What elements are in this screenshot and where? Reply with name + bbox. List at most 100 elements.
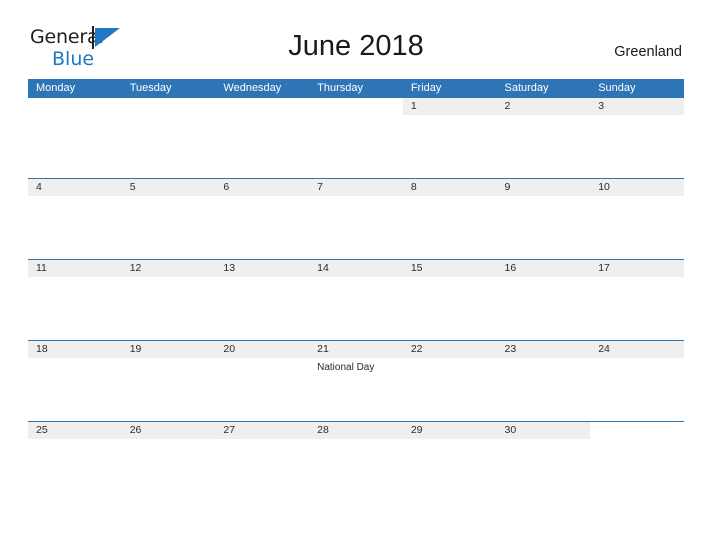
calendar-day-cell[interactable] <box>215 98 310 179</box>
day-number: 4 <box>28 179 122 196</box>
day-cell-content: 19 <box>121 341 216 421</box>
day-cell-content: 9 <box>496 179 591 259</box>
calendar-day-cell[interactable] <box>28 98 122 179</box>
calendar-day-cell[interactable]: 5 <box>121 178 216 260</box>
calendar-day-cell[interactable]: 27 <box>215 421 310 502</box>
day-number-empty <box>122 98 216 115</box>
day-cell-content: 21 National Day <box>309 341 403 421</box>
calendar-day-cell[interactable]: 2 <box>496 98 591 179</box>
day-number: 6 <box>215 179 310 196</box>
day-cell-content <box>215 98 309 178</box>
day-number: 1 <box>402 98 497 115</box>
calendar-day-cell[interactable]: 15 <box>402 259 497 341</box>
day-cell-content <box>590 422 684 502</box>
day-cell-content <box>309 98 403 178</box>
day-number: 12 <box>121 260 216 277</box>
day-cell-content: 14 <box>309 260 403 340</box>
calendar-day-cell[interactable]: 20 <box>215 340 310 422</box>
calendar-day-cell[interactable]: 1 <box>402 98 497 179</box>
calendar-day-cell[interactable]: 7 <box>309 178 403 260</box>
calendar-week-row: 25 26 27 28 29 30 <box>28 421 684 502</box>
day-cell-content: 4 <box>28 179 122 259</box>
day-cell-content: 30 <box>496 422 591 502</box>
day-number: 5 <box>121 179 216 196</box>
day-cell-content: 20 <box>215 341 310 421</box>
calendar-day-cell[interactable]: 17 <box>590 259 684 341</box>
calendar-day-cell[interactable]: 6 <box>215 178 310 260</box>
calendar-page: General Blue June 2018 Greenland Monday … <box>0 0 712 550</box>
calendar-day-cell[interactable]: 18 <box>28 340 122 422</box>
day-cell-content: 11 <box>28 260 122 340</box>
calendar-day-cell[interactable]: 16 <box>496 259 591 341</box>
day-number: 3 <box>590 98 684 115</box>
calendar-day-cell[interactable] <box>590 421 684 502</box>
day-cell-content: 7 <box>309 179 403 259</box>
day-number: 10 <box>590 179 684 196</box>
calendar-day-cell[interactable]: 19 <box>121 340 216 422</box>
day-cell-content: 24 <box>590 341 684 421</box>
weekday-header-sunday: Sunday <box>590 79 684 98</box>
day-number: 22 <box>402 341 497 358</box>
day-number-empty <box>309 98 403 115</box>
day-number: 15 <box>402 260 497 277</box>
day-number: 19 <box>121 341 216 358</box>
day-cell-content: 3 <box>590 98 684 178</box>
day-number: 23 <box>496 341 591 358</box>
calendar-day-cell[interactable]: 8 <box>402 178 497 260</box>
calendar-day-cell[interactable]: 3 <box>590 98 684 179</box>
day-cell-content: 28 <box>309 422 403 502</box>
calendar-header-row: Monday Tuesday Wednesday Thursday Friday… <box>28 79 684 98</box>
weekday-header-wednesday: Wednesday <box>215 79 310 98</box>
day-number: 18 <box>28 341 122 358</box>
calendar-day-cell[interactable]: 28 <box>309 421 403 502</box>
day-number: 21 <box>309 341 403 358</box>
day-cell-content: 5 <box>121 179 216 259</box>
day-cell-content <box>122 98 216 178</box>
day-cell-content: 12 <box>121 260 216 340</box>
day-cell-content: 17 <box>590 260 684 340</box>
day-number: 20 <box>215 341 310 358</box>
calendar-day-cell[interactable]: 14 <box>309 259 403 341</box>
day-number: 11 <box>28 260 122 277</box>
calendar-day-cell[interactable]: 9 <box>496 178 591 260</box>
day-number: 2 <box>496 98 591 115</box>
event-label: National Day <box>317 362 375 373</box>
day-number: 28 <box>309 422 403 439</box>
weekday-header-tuesday: Tuesday <box>121 79 216 98</box>
day-cell-content: 22 <box>402 341 497 421</box>
calendar-day-cell[interactable]: 30 <box>496 421 591 502</box>
calendar-day-cell[interactable]: 21 National Day <box>309 340 403 422</box>
day-cell-content: 8 <box>402 179 497 259</box>
weekday-header-thursday: Thursday <box>309 79 403 98</box>
calendar-day-cell[interactable]: 24 <box>590 340 684 422</box>
day-number: 26 <box>121 422 216 439</box>
day-cell-content <box>28 98 122 178</box>
day-number-empty <box>215 98 309 115</box>
day-cell-content: 10 <box>590 179 684 259</box>
day-number: 8 <box>402 179 497 196</box>
calendar-body: 1 2 3 4 5 6 7 8 9 10 11 12 13 14 15 16 17 18 19 20 21 Nationa… <box>28 98 684 502</box>
calendar-day-cell[interactable] <box>121 98 216 179</box>
calendar-day-cell[interactable]: 4 <box>28 178 122 260</box>
calendar-table: Monday Tuesday Wednesday Thursday Friday… <box>28 79 684 502</box>
calendar-day-cell[interactable]: 12 <box>121 259 216 341</box>
calendar-day-cell[interactable]: 11 <box>28 259 122 341</box>
day-number: 25 <box>28 422 122 439</box>
day-cell-content: 16 <box>496 260 591 340</box>
day-cell-content: 23 <box>496 341 591 421</box>
day-cell-content: 1 <box>402 98 497 178</box>
calendar-day-cell[interactable]: 22 <box>402 340 497 422</box>
calendar-week-row: 123 <box>28 98 684 179</box>
weekday-header-saturday: Saturday <box>496 79 591 98</box>
day-number-empty <box>28 98 122 115</box>
calendar-day-cell[interactable]: 29 <box>402 421 497 502</box>
calendar-day-cell[interactable]: 25 <box>28 421 122 502</box>
day-number: 7 <box>309 179 403 196</box>
calendar-day-cell[interactable]: 26 <box>121 421 216 502</box>
calendar-day-cell[interactable] <box>309 98 403 179</box>
day-cell-content: 29 <box>402 422 497 502</box>
day-cell-content: 15 <box>402 260 497 340</box>
calendar-day-cell[interactable]: 10 <box>590 178 684 260</box>
calendar-day-cell[interactable]: 23 <box>496 340 591 422</box>
calendar-day-cell[interactable]: 13 <box>215 259 310 341</box>
